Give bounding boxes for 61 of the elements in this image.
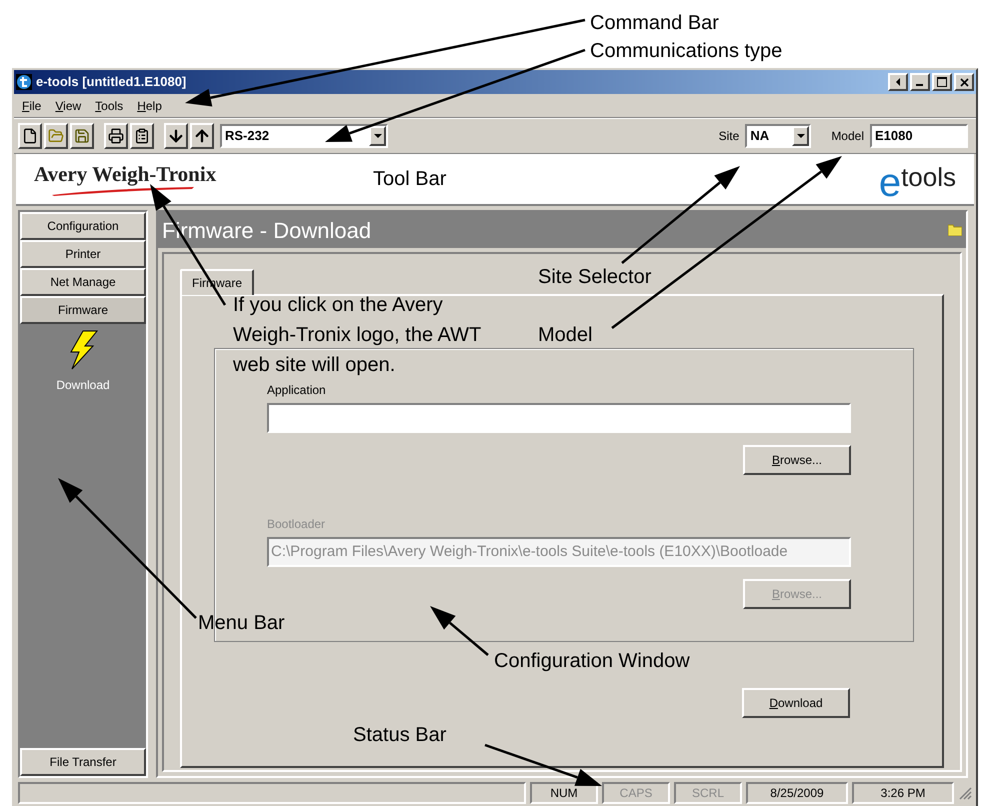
page-icon	[22, 128, 38, 144]
menu-item[interactable]: View	[55, 96, 82, 114]
save-button[interactable]	[70, 123, 94, 149]
menu-item[interactable]: Help	[137, 96, 162, 114]
comm-type-dropdown[interactable]: RS-232	[220, 124, 388, 148]
scroll-left-button[interactable]	[888, 73, 908, 91]
caret-icon	[796, 134, 805, 138]
menu-item[interactable]: Tools	[95, 96, 124, 114]
status-panel: SCRL	[674, 782, 742, 804]
save-icon	[74, 128, 90, 144]
status-panel: CAPS	[602, 782, 670, 804]
callout-label: Command Bar	[590, 11, 719, 36]
model-label: Model	[831, 128, 864, 145]
callout-label: Status Bar	[353, 723, 446, 748]
site-dropdown[interactable]: NA	[745, 124, 812, 148]
app-icon	[16, 74, 32, 90]
sidebar-category[interactable]: Net Manage	[20, 268, 146, 296]
status-panel: 8/25/2009	[746, 782, 848, 804]
callout-label: Model	[538, 323, 592, 348]
open-button[interactable]	[44, 123, 68, 149]
model-field[interactable]: E1080	[870, 124, 968, 148]
window-title: e-tools [untitled1.E1080]	[36, 73, 186, 92]
maximize-button[interactable]	[932, 73, 952, 91]
print-button[interactable]	[104, 123, 128, 149]
resize-grip-icon	[958, 786, 972, 800]
sidebar-category[interactable]: Configuration	[20, 212, 146, 240]
site-label: Site	[718, 128, 740, 145]
menu-item[interactable]: File	[22, 96, 42, 114]
callout-label: Site Selector	[538, 265, 652, 290]
upload-button[interactable]	[190, 123, 214, 149]
maximize-icon	[937, 77, 947, 87]
company-logo[interactable]: Avery Weigh-Tronix	[34, 162, 216, 196]
close-icon	[960, 78, 968, 86]
caret-icon	[374, 134, 382, 138]
path-field[interactable]	[267, 403, 851, 433]
sidebar-item[interactable]: Download	[56, 330, 110, 394]
browse-button[interactable]: Browse...	[743, 445, 851, 475]
left-triangle-icon	[895, 78, 901, 86]
field-label: Bootloader	[267, 516, 326, 533]
field-label: Application	[267, 382, 327, 399]
callout-arrow	[430, 606, 489, 656]
properties-button[interactable]	[130, 123, 154, 149]
printer-icon	[108, 128, 124, 144]
close-button[interactable]	[954, 73, 974, 91]
sidebar-category[interactable]: Printer	[20, 240, 146, 268]
new-file-button[interactable]	[18, 123, 42, 149]
download-button[interactable]	[164, 123, 188, 149]
callout-label: Communications type	[590, 39, 782, 64]
sidebar-category[interactable]: File Transfer	[20, 748, 146, 776]
folder-icon	[48, 128, 64, 144]
minimize-button[interactable]	[910, 73, 930, 91]
callout-label: Configuration Window	[494, 649, 690, 674]
sidebar-category[interactable]: Firmware	[20, 296, 146, 324]
clipboard-icon	[134, 128, 150, 144]
down-arrow-icon	[167, 127, 185, 145]
callout-label: Menu Bar	[198, 611, 285, 636]
callout-label: Tool Bar	[373, 167, 446, 192]
folder-icon	[948, 224, 962, 236]
callout-label: If you click on the Avery Weigh-Tronix logo, the AWT web site will open.	[233, 293, 482, 378]
download-action-button[interactable]: Download	[742, 688, 850, 718]
status-panel: 3:26 PM	[852, 782, 954, 804]
